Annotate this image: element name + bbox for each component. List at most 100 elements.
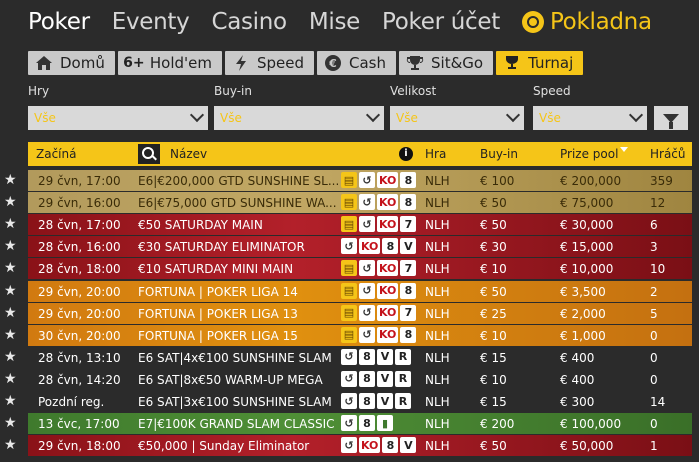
table-row[interactable]: 28 čvn, 13:10 E6 SAT|4x€100 SUNSHINE SLAM… <box>28 346 692 368</box>
table-row[interactable]: 29 čvn, 17:00 E6|€200,000 GTD SUNSHINE SL… <box>28 170 692 191</box>
cell-prize: € 3,500 <box>560 284 606 299</box>
table-row[interactable]: 13 čvc, 17:00 E7|€100K GRAND SLAM CLASSIC… <box>28 413 692 435</box>
bounty-icon: ▤ <box>341 216 357 233</box>
cell-players: 6 <box>650 218 658 233</box>
cell-game: NLH <box>425 350 450 365</box>
cell-players: 5 <box>650 306 658 321</box>
badge-label: V <box>400 238 417 255</box>
cell-players: 0 <box>650 417 658 432</box>
favorite-star-icon[interactable]: ★ <box>4 261 18 275</box>
tab-holdem-label: Hold'em <box>149 54 212 72</box>
cell-game: NLH <box>425 439 450 454</box>
table-row[interactable]: 28 čvn, 16:00 €30 SATURDAY ELIMINATOR NLH €… <box>28 236 692 258</box>
badge-label: KO <box>377 172 399 188</box>
nav-poker[interactable]: Poker <box>28 9 90 35</box>
table-row[interactable]: 29 čvn, 16:00 E6|€75,000 GTD SUNSHINE WA.… <box>28 192 692 214</box>
favorite-star-icon[interactable]: ★ <box>4 416 18 430</box>
favorite-star-icon[interactable]: ★ <box>4 438 18 452</box>
filter-buyin-value: Vše <box>220 111 242 125</box>
rebuy-icon: ↺ <box>341 238 357 255</box>
filter-speed-value: Vše <box>539 111 561 125</box>
cell-buyin: € 15 <box>480 395 507 409</box>
badge-label: 7 <box>400 260 417 277</box>
badge-label: R <box>395 370 411 387</box>
table-row[interactable]: 29 čvn, 18:00 €50,000 | Sunday Eliminator… <box>28 435 692 457</box>
cell-game: NLH <box>425 395 450 409</box>
favorite-star-icon[interactable]: ★ <box>4 239 18 253</box>
table-row[interactable]: 28 čvn, 18:00 €10 SATURDAY MINI MAIN NLH € … <box>28 258 692 280</box>
favorite-star-icon[interactable]: ★ <box>4 372 18 386</box>
filter-games-value: Vše <box>34 111 56 125</box>
tab-speed[interactable]: Speed <box>224 51 314 75</box>
nav-casino[interactable]: Casino <box>211 9 287 35</box>
cell-buyin: € 100 <box>480 174 515 188</box>
tab-sitgo[interactable]: Sit&Go <box>399 51 494 75</box>
table-row[interactable]: 28 čvn, 14:20 E6 SAT|8x€50 WARM-UP MEGA NL… <box>28 368 692 390</box>
header-name[interactable]: Název <box>170 147 207 161</box>
sort-desc-icon[interactable] <box>620 147 628 152</box>
header-players[interactable]: Hráčů <box>650 147 686 161</box>
cell-name: E6 SAT|4x€100 SUNSHINE SLAM <box>138 350 332 365</box>
filter-size-value: Vše <box>396 111 418 125</box>
svg-text:€: € <box>328 57 337 70</box>
info-icon[interactable]: i <box>399 147 413 161</box>
cell-name: €50 SATURDAY MAIN <box>138 218 263 233</box>
badge-label: V <box>400 437 417 454</box>
table-row[interactable]: 28 čvn, 17:00 €50 SATURDAY MAIN NLH € 50 € 3… <box>28 214 692 236</box>
search-icon[interactable] <box>138 144 160 164</box>
filter-size-select[interactable]: Vše <box>390 106 524 130</box>
cell-starts: 29 čvn, 20:00 <box>38 284 121 299</box>
nav-events[interactable]: Eventy <box>112 9 190 35</box>
header-buyin[interactable]: Buy-in <box>480 147 518 161</box>
cell-name: €50,000 | Sunday Eliminator <box>138 439 310 454</box>
cell-players: 0 <box>650 328 658 343</box>
cell-starts: 29 čvn, 17:00 <box>38 174 121 188</box>
favorite-star-icon[interactable]: ★ <box>4 284 18 298</box>
tab-cash[interactable]: € Cash <box>317 51 396 75</box>
badge-label: 8 <box>382 437 399 454</box>
cell-players: 359 <box>650 174 673 188</box>
filter-speed-select[interactable]: Vše <box>533 106 647 130</box>
chevron-down-icon <box>628 107 644 123</box>
favorite-star-icon[interactable]: ★ <box>4 394 18 408</box>
nav-mise[interactable]: Mise <box>309 9 360 35</box>
favorite-star-icon[interactable]: ★ <box>4 195 18 209</box>
favorite-star-icon[interactable]: ★ <box>4 173 18 187</box>
table-row[interactable]: 29 čvn, 20:00 FORTUNA | POKER LIGA 13 NLH €… <box>28 302 692 324</box>
table-row[interactable]: Pozdní reg. E6 SAT|3x€100 SUNSHINE SLAM NL… <box>28 391 692 412</box>
tab-holdem[interactable]: 6+ Hold'em <box>117 51 222 75</box>
header-starts[interactable]: Začíná <box>36 147 76 161</box>
tab-tournament[interactable]: Turnaj <box>496 51 584 75</box>
cell-game: NLH <box>425 417 450 432</box>
cell-name: FORTUNA | POKER LIGA 14 <box>138 284 298 299</box>
cell-prize: € 2,000 <box>560 306 606 321</box>
favorite-star-icon[interactable]: ★ <box>4 350 18 364</box>
favorite-star-icon[interactable]: ★ <box>4 217 18 231</box>
tab-home[interactable]: Domů <box>28 51 115 75</box>
nav-cashier[interactable]: Pokladna <box>521 9 652 35</box>
header-prize[interactable]: Prize pool <box>560 147 618 161</box>
cell-prize: € 15,000 <box>560 240 614 255</box>
filter-speed-label: Speed <box>533 84 571 98</box>
badge-label: 8 <box>359 370 375 387</box>
header-game[interactable]: Hra <box>425 147 446 161</box>
tab-tournament-label: Turnaj <box>528 54 574 72</box>
table-row[interactable]: 29 čvn, 20:00 FORTUNA | POKER LIGA 14 NLH €… <box>28 280 692 302</box>
filter-games-select[interactable]: Vše <box>28 106 208 130</box>
tournament-badges: ▤ ↺ KO 7 <box>341 260 417 277</box>
badge-label: KO <box>359 437 381 454</box>
cell-game: NLH <box>425 306 450 321</box>
trophy-icon <box>405 54 425 72</box>
table-row[interactable]: 30 čvn, 20:00 FORTUNA | POKER LIGA 15 NLH €… <box>28 324 692 346</box>
cell-buyin: € 50 <box>480 218 507 233</box>
favorite-star-icon[interactable]: ★ <box>4 306 18 320</box>
filter-buyin-select[interactable]: Vše <box>214 106 384 130</box>
filter-buyin-label: Buy-in <box>214 84 252 98</box>
rebuy-icon: ↺ <box>359 282 375 299</box>
tournament-badges: ▤ ↺ KO 8 <box>341 194 417 211</box>
favorite-star-icon[interactable]: ★ <box>4 328 18 342</box>
filter-button[interactable] <box>654 106 688 130</box>
nav-poker-account[interactable]: Poker účet <box>382 9 500 35</box>
tournament-badges: ▤ ↺ KO 7 <box>341 216 417 233</box>
coin-icon <box>521 11 544 33</box>
